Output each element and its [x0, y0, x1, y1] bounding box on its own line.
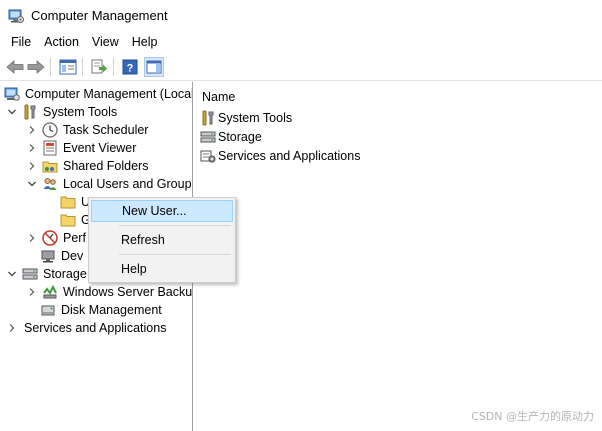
tree-item-services-applications[interactable]: Services and Applications — [6, 319, 166, 337]
watermark: CSDN @生产力的原动力 — [471, 410, 594, 423]
help-icon[interactable]: ? — [120, 57, 140, 77]
event-log-icon — [42, 140, 58, 156]
toolbar-separator — [113, 58, 114, 76]
tree-label: System Tools — [43, 105, 118, 119]
chevron-down-icon[interactable] — [6, 268, 18, 280]
tree-item-performance[interactable]: Perf — [26, 229, 86, 247]
users-icon — [42, 176, 58, 192]
tree-item-windows-server-backup[interactable]: Windows Server Backup — [26, 283, 193, 301]
computer-management-icon — [4, 86, 20, 102]
device-manager-icon — [40, 248, 56, 264]
menu-item-label: Help — [121, 262, 147, 276]
list-item-system-tools[interactable]: System Tools — [200, 109, 292, 127]
list-item-label: System Tools — [218, 111, 293, 125]
chevron-down-icon[interactable] — [26, 178, 38, 190]
column-header-name[interactable]: Name — [202, 90, 235, 104]
chevron-right-icon[interactable] — [6, 322, 18, 334]
tree-item-task-scheduler[interactable]: Task Scheduler — [26, 121, 148, 139]
export-list-icon[interactable] — [89, 57, 109, 77]
tree-item-storage[interactable]: Storage — [6, 265, 87, 283]
title-bar: Computer Management — [0, 0, 602, 32]
tree-label: Services and Applications — [24, 321, 167, 335]
menu-item-new-user[interactable]: New User... — [91, 200, 233, 222]
window-title: Computer Management — [31, 8, 168, 23]
menu-item-label: New User... — [122, 204, 187, 218]
tools-icon — [22, 104, 38, 120]
tree-label: Task Scheduler — [63, 123, 149, 137]
storage-icon — [200, 129, 216, 145]
storage-icon — [22, 266, 38, 282]
tree-item-groups[interactable]: G — [58, 211, 91, 229]
tree-item-shared-folders[interactable]: Shared Folders — [26, 157, 148, 175]
back-arrow-icon[interactable] — [5, 57, 25, 77]
tree-item-device-manager[interactable]: Dev — [38, 247, 83, 265]
folder-icon — [60, 212, 76, 228]
tree-label: Shared Folders — [63, 159, 149, 173]
tree-item-root[interactable]: Computer Management (Local — [4, 85, 193, 103]
show-hide-console-tree-icon[interactable] — [58, 57, 78, 77]
backup-icon — [42, 284, 58, 300]
chevron-down-icon[interactable] — [6, 106, 18, 118]
chevron-right-icon[interactable] — [26, 232, 38, 244]
chevron-right-icon[interactable] — [26, 286, 38, 298]
details-pane: Name System Tools Storage Services and A… — [194, 82, 602, 431]
menu-item-help[interactable]: Help — [91, 258, 233, 280]
menu-action[interactable]: Action — [38, 35, 86, 49]
tree-label: Dev — [61, 249, 84, 263]
menu-separator — [119, 254, 231, 255]
folder-icon — [60, 194, 76, 210]
menu-separator — [119, 225, 231, 226]
chevron-right-icon[interactable] — [26, 124, 38, 136]
tools-icon — [200, 110, 216, 126]
chevron-right-icon[interactable] — [26, 142, 38, 154]
tree-label: Storage — [43, 267, 87, 281]
menu-file[interactable]: File — [0, 35, 38, 49]
shared-folder-icon — [42, 158, 58, 174]
menu-item-label: Refresh — [121, 233, 165, 247]
tree-label: Local Users and Groups — [63, 177, 193, 191]
clock-icon — [42, 122, 58, 138]
list-item-label: Services and Applications — [218, 149, 361, 163]
tree-item-system-tools[interactable]: System Tools — [6, 103, 117, 121]
tree-label: Windows Server Backup — [63, 285, 193, 299]
tree-label: Event Viewer — [63, 141, 137, 155]
list-item-storage[interactable]: Storage — [200, 128, 262, 146]
svg-text:?: ? — [127, 63, 134, 75]
performance-icon — [42, 230, 58, 246]
menu-bar: File Action View Help — [0, 32, 602, 52]
toolbar-separator — [50, 58, 51, 76]
tree-item-users[interactable]: U — [58, 193, 90, 211]
tree-label: Disk Management — [61, 303, 162, 317]
computer-management-icon — [8, 8, 24, 24]
list-item-services-applications[interactable]: Services and Applications — [200, 147, 360, 165]
computer-management-window: Computer Management File Action View Hel… — [0, 0, 602, 431]
menu-item-refresh[interactable]: Refresh — [91, 229, 233, 251]
context-menu: New User... Refresh Help — [88, 197, 236, 283]
tree-label: Perf — [63, 231, 86, 245]
menu-view[interactable]: View — [86, 35, 126, 49]
forward-arrow-icon[interactable] — [26, 57, 46, 77]
menu-help[interactable]: Help — [126, 35, 165, 49]
tree-label: Computer Management (Local — [25, 87, 193, 101]
show-hide-action-pane-icon[interactable] — [144, 57, 164, 77]
list-item-label: Storage — [218, 130, 262, 144]
toolbar: ? — [0, 54, 602, 81]
tree-item-local-users-groups[interactable]: Local Users and Groups — [26, 175, 193, 193]
disk-management-icon — [40, 302, 56, 318]
toolbar-separator — [82, 58, 83, 76]
services-icon — [200, 148, 216, 164]
chevron-right-icon[interactable] — [26, 160, 38, 172]
tree-item-disk-management[interactable]: Disk Management — [38, 301, 162, 319]
tree-item-event-viewer[interactable]: Event Viewer — [26, 139, 136, 157]
